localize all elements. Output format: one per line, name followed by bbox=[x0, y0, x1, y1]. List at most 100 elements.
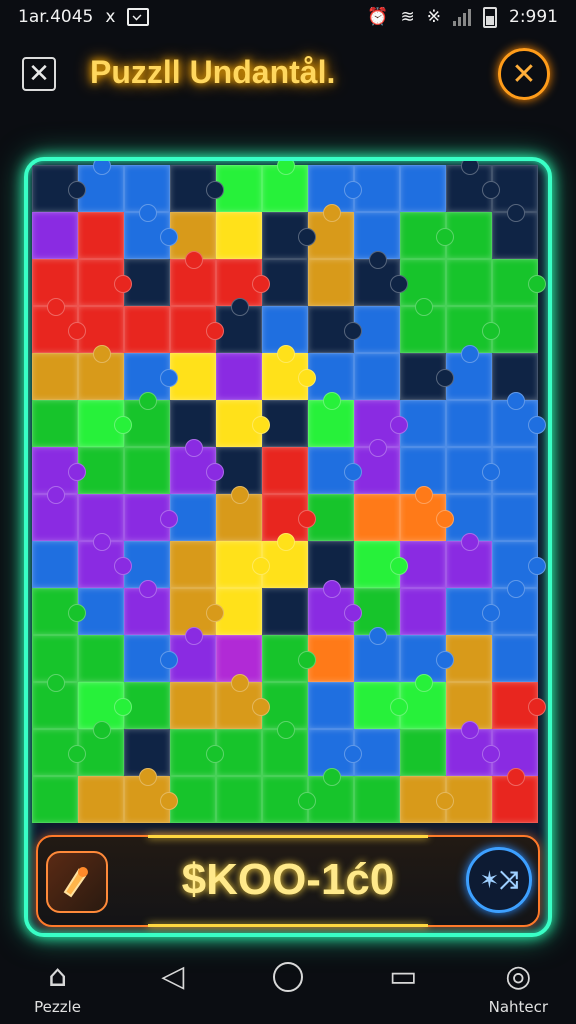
puzzle-piece[interactable] bbox=[124, 635, 178, 682]
puzzle-piece[interactable] bbox=[262, 345, 316, 400]
puzzle-piece[interactable] bbox=[308, 580, 362, 635]
puzzle-piece[interactable] bbox=[216, 400, 270, 447]
puzzle-piece[interactable] bbox=[446, 259, 492, 306]
shuffle-button[interactable]: ✶⤨ bbox=[466, 847, 532, 913]
page-title: Puzzll Undantål. bbox=[90, 54, 336, 90]
puzzle-piece[interactable] bbox=[492, 768, 538, 823]
puzzle-piece[interactable] bbox=[124, 768, 178, 823]
puzzle-piece[interactable] bbox=[308, 392, 354, 447]
puzzle-piece[interactable] bbox=[400, 212, 454, 259]
puzzle-piece[interactable] bbox=[170, 682, 216, 729]
nav-item-home[interactable]: ⌂ Pezzle bbox=[13, 960, 103, 1017]
puzzle-piece[interactable] bbox=[170, 439, 224, 494]
puzzle-piece[interactable] bbox=[78, 259, 132, 306]
puzzle-piece[interactable] bbox=[492, 682, 546, 729]
recent-icon: ▭ bbox=[388, 959, 418, 994]
puzzle-piece[interactable] bbox=[32, 588, 86, 635]
puzzle-piece[interactable] bbox=[400, 588, 446, 635]
puzzle-piece[interactable] bbox=[262, 635, 316, 682]
puzzle-piece[interactable] bbox=[400, 298, 446, 353]
puzzle-piece[interactable] bbox=[216, 776, 262, 823]
close-square-icon[interactable]: ✕ bbox=[22, 57, 56, 91]
puzzle-piece[interactable] bbox=[262, 212, 316, 259]
puzzle-piece[interactable] bbox=[354, 494, 400, 541]
puzzle-grid bbox=[32, 161, 546, 823]
nav-item-circle[interactable] bbox=[243, 960, 333, 992]
puzzle-piece[interactable] bbox=[124, 447, 170, 494]
puzzle-piece[interactable] bbox=[354, 776, 400, 823]
puzzle-piece[interactable] bbox=[78, 400, 132, 447]
message-icon bbox=[127, 8, 150, 26]
puzzle-piece[interactable] bbox=[32, 353, 78, 400]
puzzle-piece[interactable] bbox=[400, 353, 454, 400]
puzzle-piece[interactable] bbox=[78, 635, 124, 682]
puzzle-piece[interactable] bbox=[32, 486, 78, 541]
nav-item-recent[interactable]: ▭ bbox=[358, 960, 448, 994]
puzzle-piece[interactable] bbox=[124, 204, 178, 259]
puzzle-board: $KOO-1ć0 ✶⤨ bbox=[24, 157, 552, 937]
puzzle-piece[interactable] bbox=[354, 627, 400, 682]
puzzle-piece[interactable] bbox=[262, 776, 316, 823]
puzzle-piece[interactable] bbox=[216, 212, 262, 259]
puzzle-piece[interactable] bbox=[446, 161, 500, 212]
nav-item-settings[interactable]: ◎ Nahtecr bbox=[473, 960, 563, 1017]
puzzle-piece[interactable] bbox=[216, 486, 262, 541]
puzzle-piece[interactable] bbox=[492, 204, 538, 259]
puzzle-piece[interactable] bbox=[492, 392, 546, 447]
puzzle-piece[interactable] bbox=[308, 259, 354, 306]
puzzle-piece[interactable] bbox=[262, 721, 308, 776]
puzzle-piece[interactable] bbox=[446, 588, 500, 635]
close-button[interactable]: ✕ bbox=[498, 48, 550, 100]
puzzle-piece[interactable] bbox=[262, 447, 308, 494]
puzzle-piece[interactable] bbox=[124, 494, 178, 541]
puzzle-piece[interactable] bbox=[308, 306, 362, 353]
puzzle-piece[interactable] bbox=[32, 674, 78, 729]
puzzle-piece[interactable] bbox=[78, 533, 132, 588]
puzzle-piece[interactable] bbox=[170, 306, 224, 353]
wifi-icon: ≋ bbox=[400, 6, 415, 27]
puzzle-piece[interactable] bbox=[400, 776, 454, 823]
puzzle-piece[interactable] bbox=[492, 494, 538, 541]
puzzle-piece[interactable] bbox=[216, 353, 262, 400]
puzzle-piece[interactable] bbox=[262, 161, 308, 212]
puzzle-piece[interactable] bbox=[170, 541, 216, 588]
status-bar: 1ar.4045 ⅹ ⏰ ≋ ※ 2:991 bbox=[0, 0, 576, 34]
puzzle-piece[interactable] bbox=[170, 729, 224, 776]
puzzle-piece[interactable] bbox=[446, 721, 500, 776]
puzzle-piece[interactable] bbox=[32, 541, 78, 588]
puzzle-piece[interactable] bbox=[492, 259, 546, 306]
puzzle-piece[interactable] bbox=[354, 353, 400, 400]
puzzle-piece[interactable] bbox=[446, 533, 492, 588]
puzzle-piece[interactable] bbox=[170, 251, 216, 306]
puzzle-piece[interactable] bbox=[32, 729, 86, 776]
puzzle-piece[interactable] bbox=[32, 776, 78, 823]
puzzle-piece[interactable] bbox=[124, 580, 170, 635]
puzzle-piece[interactable] bbox=[32, 298, 86, 353]
puzzle-piece[interactable] bbox=[170, 165, 224, 212]
nav-item-back[interactable]: ◁ bbox=[128, 960, 218, 994]
puzzle-piece[interactable] bbox=[262, 588, 308, 635]
puzzle-piece[interactable] bbox=[400, 165, 446, 212]
puzzle-piece[interactable] bbox=[32, 165, 86, 212]
puzzle-piece[interactable] bbox=[216, 541, 270, 588]
puzzle-piece[interactable] bbox=[78, 776, 124, 823]
puzzle-piece[interactable] bbox=[308, 682, 354, 729]
puzzle-piece[interactable] bbox=[492, 635, 538, 682]
puzzle-piece[interactable] bbox=[32, 400, 78, 447]
puzzle-piece[interactable] bbox=[400, 486, 454, 541]
puzzle-piece[interactable] bbox=[446, 447, 500, 494]
puzzle-piece[interactable] bbox=[400, 729, 446, 776]
signal-icon bbox=[453, 8, 471, 26]
puzzle-piece[interactable] bbox=[354, 682, 408, 729]
puzzle-piece[interactable] bbox=[78, 345, 124, 400]
puzzle-piece[interactable] bbox=[354, 251, 408, 306]
puzzle-piece[interactable] bbox=[124, 306, 170, 353]
puzzle-piece[interactable] bbox=[216, 674, 270, 729]
puzzle-piece[interactable] bbox=[446, 400, 492, 447]
status-right: ⏰ ≋ ※ 2:991 bbox=[367, 6, 558, 28]
shuffle-icon: ✶⤨ bbox=[479, 866, 519, 894]
puzzle-piece[interactable] bbox=[308, 447, 362, 494]
puzzle-piece[interactable] bbox=[354, 541, 408, 588]
puzzle-piece[interactable] bbox=[78, 212, 124, 259]
puzzle-piece[interactable] bbox=[32, 212, 78, 259]
